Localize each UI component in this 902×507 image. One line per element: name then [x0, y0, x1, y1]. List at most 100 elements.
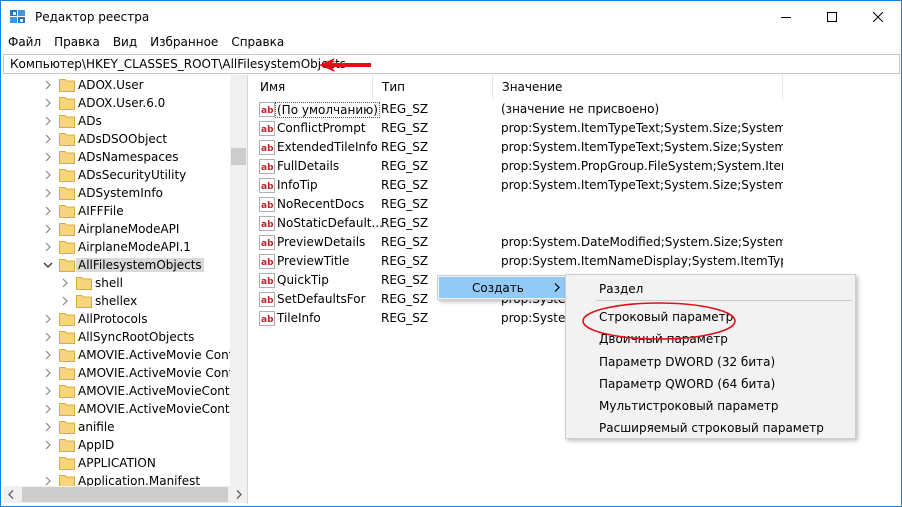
tree-horizontal-scrollbar[interactable]	[3, 486, 230, 503]
chevron-right-icon[interactable]	[43, 241, 53, 253]
tree-item[interactable]: ADsSecurityUtility	[3, 166, 231, 184]
folder-icon	[59, 96, 75, 110]
column-header-value[interactable]: Значение	[493, 75, 783, 99]
folder-icon	[59, 204, 75, 218]
value-row[interactable]: ab ConflictPrompt REG_SZ prop:System.ItemTy…	[251, 119, 901, 138]
chevron-right-icon[interactable]	[43, 313, 53, 325]
tree-item[interactable]: AirplaneModeAPI	[3, 220, 231, 238]
tree-item[interactable]: AllProtocols	[3, 310, 231, 328]
tree-item[interactable]: anifile	[3, 418, 231, 436]
submenu-key[interactable]: Раздел	[599, 282, 643, 296]
maximize-icon	[827, 12, 837, 22]
chevron-right-icon[interactable]	[43, 151, 53, 163]
tree-item[interactable]: AirplaneModeAPI.1	[3, 238, 231, 256]
create-submenu: Раздел Строковый параметр Двоичный парамет…	[565, 274, 856, 439]
string-value-icon: ab	[259, 159, 275, 174]
chevron-right-icon[interactable]	[43, 115, 53, 127]
chevron-right-icon[interactable]	[43, 205, 53, 217]
chevron-right-icon[interactable]	[43, 79, 53, 91]
value-name: InfoTip	[277, 178, 318, 192]
chevron-right-icon[interactable]	[43, 187, 53, 199]
submenu-expandable-string-value[interactable]: Расширяемый строковый параметр	[599, 421, 824, 435]
chevron-right-icon[interactable]	[43, 349, 53, 361]
tree-vertical-scrollbar[interactable]	[230, 75, 247, 486]
value-name: PreviewDetails	[277, 235, 366, 249]
tree-vertical-scroll-thumb[interactable]	[231, 148, 246, 165]
folder-icon	[59, 132, 75, 146]
value-row[interactable]: ab PreviewTitle REG_SZ prop:System.ItemName…	[251, 252, 901, 271]
tree-item[interactable]: AMOVIE.ActiveMovieControl	[3, 382, 245, 400]
string-value-icon: ab	[259, 254, 275, 269]
close-button[interactable]	[855, 1, 901, 33]
value-row[interactable]: ab PreviewDetails REG_SZ prop:System.DateMo…	[251, 233, 901, 252]
submenu-qword-value[interactable]: Параметр QWORD (64 бита)	[599, 377, 775, 391]
minimize-button[interactable]	[763, 1, 809, 33]
tree-item[interactable]: ADOX.User	[3, 76, 231, 94]
tree-item[interactable]: AllFilesystemObjects	[3, 256, 231, 274]
string-value-icon: ab	[259, 292, 275, 307]
scroll-left-icon[interactable]	[8, 490, 14, 499]
tree-item[interactable]: APPLICATION	[3, 454, 231, 472]
tree-item-label: AMOVIE.ActiveMovie Contro	[78, 366, 246, 380]
maximize-button[interactable]	[809, 1, 855, 33]
column-header-name[interactable]: Имя	[251, 75, 373, 99]
chevron-down-icon[interactable]	[43, 259, 53, 271]
chevron-right-icon[interactable]	[60, 277, 70, 289]
menu-help[interactable]: Справка	[224, 33, 290, 52]
value-row[interactable]: ab InfoTip REG_SZ prop:System.ItemTypeText;…	[251, 176, 901, 195]
chevron-right-icon[interactable]	[43, 223, 53, 235]
value-row[interactable]: ab (По умолчанию) REG_SZ (значение не присв…	[251, 100, 901, 119]
tree-item[interactable]: shell	[3, 274, 231, 292]
chevron-right-icon[interactable]	[43, 439, 53, 451]
tree-item[interactable]: AppID	[3, 436, 231, 454]
submenu-dword-value[interactable]: Параметр DWORD (32 бита)	[599, 355, 775, 369]
folder-icon	[59, 438, 75, 452]
key-tree[interactable]: ADOX.User ADOX.User.6.0 ADs ADsDSOObject ADs…	[3, 75, 248, 504]
tree-horizontal-scroll-thumb[interactable]	[22, 487, 228, 502]
chevron-right-icon[interactable]	[43, 421, 53, 433]
value-type: REG_SZ	[381, 121, 429, 135]
context-menu-create[interactable]: Создать	[439, 277, 567, 298]
tree-item[interactable]: AMOVIE.ActiveMovieControl	[3, 400, 245, 418]
value-row[interactable]: ab NoStaticDefault... REG_SZ	[251, 214, 901, 233]
menu-file[interactable]: Файл	[1, 33, 47, 52]
value-data: prop:System.DateModified;System.Size;Sys…	[501, 235, 783, 249]
registry-editor-window: Редактор реестра Файл Правка Вид Избранн…	[0, 0, 902, 507]
chevron-right-icon[interactable]	[43, 133, 53, 145]
chevron-right-icon[interactable]	[43, 403, 53, 415]
submenu-multistring-value[interactable]: Мультистроковый параметр	[599, 399, 779, 413]
column-header-type[interactable]: Тип	[373, 75, 493, 99]
tree-item[interactable]: AllSyncRootObjects	[3, 328, 231, 346]
tree-item-label: AllSyncRootObjects	[78, 330, 195, 344]
folder-icon	[59, 78, 75, 92]
scroll-right-icon[interactable]	[236, 490, 242, 499]
tree-item[interactable]: ADsDSOObject	[3, 130, 231, 148]
title-bar[interactable]: Редактор реестра	[1, 1, 901, 33]
chevron-right-icon[interactable]	[43, 169, 53, 181]
tree-item[interactable]: AMOVIE.ActiveMovie Contro	[3, 346, 245, 364]
tree-item[interactable]: ADOX.User.6.0	[3, 94, 231, 112]
chevron-right-icon[interactable]	[43, 97, 53, 109]
tree-item[interactable]: AIFFFile	[3, 202, 231, 220]
value-row[interactable]: ab NoRecentDocs REG_SZ	[251, 195, 901, 214]
chevron-right-icon[interactable]	[43, 367, 53, 379]
string-value-icon: ab	[259, 178, 275, 193]
tree-item[interactable]: ADsNamespaces	[3, 148, 231, 166]
address-bar[interactable]: Компьютер\HKEY_CLASSES_ROOT\AllFilesyste…	[3, 54, 900, 74]
tree-item-label: AIFFFile	[78, 204, 124, 218]
menu-edit[interactable]: Правка	[47, 33, 106, 52]
menu-view[interactable]: Вид	[106, 33, 143, 52]
value-row[interactable]: ab FullDetails REG_SZ prop:System.PropGroup…	[251, 157, 901, 176]
chevron-right-icon[interactable]	[43, 385, 53, 397]
tree-item[interactable]: ADSystemInfo	[3, 184, 231, 202]
value-row[interactable]: ab ExtendedTileInfo REG_SZ prop:System.Item…	[251, 138, 901, 157]
chevron-right-icon[interactable]	[43, 331, 53, 343]
context-menu-create-label: Создать	[472, 281, 524, 295]
tree-item[interactable]: shellex	[3, 292, 231, 310]
chevron-right-icon[interactable]	[60, 295, 70, 307]
folder-icon	[59, 240, 75, 254]
tree-item[interactable]: ADs	[3, 112, 231, 130]
value-data: prop:System.PropGroup.FileSystem;System.…	[501, 159, 783, 173]
tree-item[interactable]: AMOVIE.ActiveMovie Contro	[3, 364, 245, 382]
menu-favorites[interactable]: Избранное	[143, 33, 224, 52]
